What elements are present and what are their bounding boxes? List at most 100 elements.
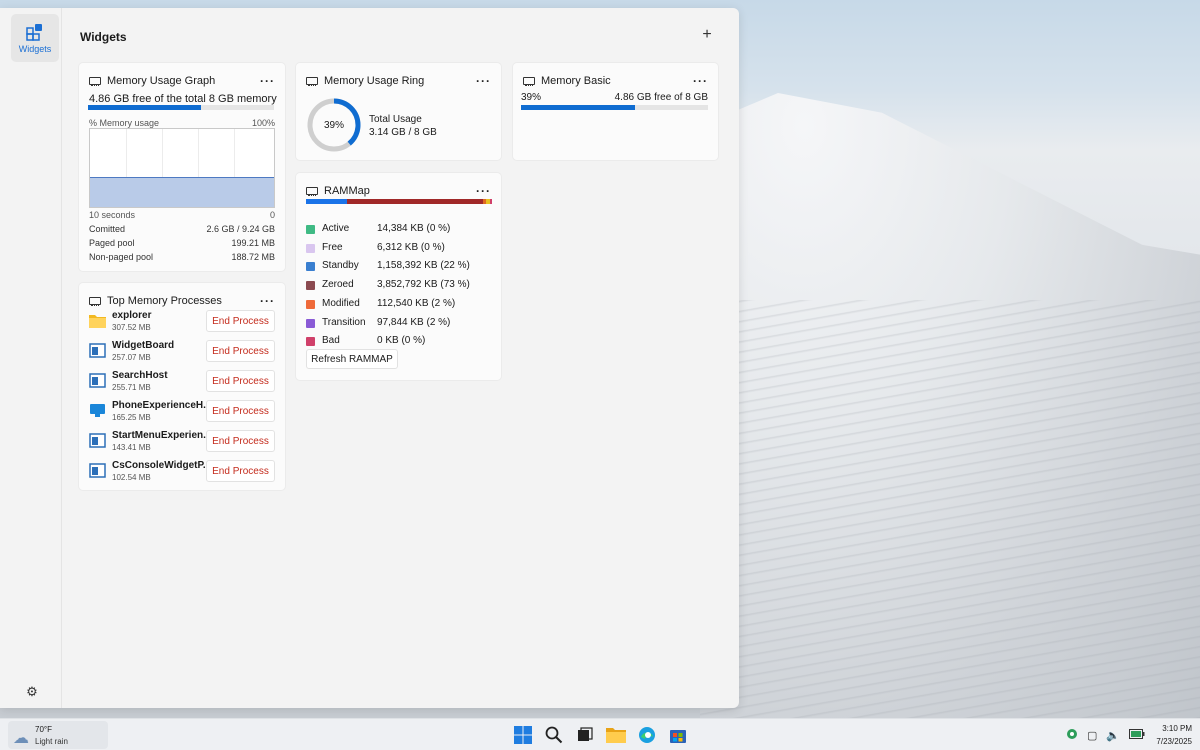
taskbar-apps <box>512 724 689 746</box>
memory-usage-bar <box>88 105 274 110</box>
rammap-category: Active <box>322 223 350 234</box>
memory-basic-widget: Memory Basic ··· 39% 4.86 GB free of 8 G… <box>513 63 718 160</box>
x-axis-label: 10 seconds <box>89 210 136 220</box>
memory-usage-ring-widget: Memory Usage Ring ··· 39% Total Usage 3.… <box>296 63 501 160</box>
legend-swatch <box>306 318 315 328</box>
more-options-button[interactable]: ··· <box>476 184 491 198</box>
process-row: WidgetBoard 257.07 MB End Process <box>89 340 275 368</box>
widget-header: Memory Usage Ring ··· <box>306 73 491 89</box>
rammap-value: 0 KB (0 %) <box>377 335 426 347</box>
weather-condition: Light rain <box>35 737 68 746</box>
page-title: Widgets <box>80 30 127 44</box>
end-process-button[interactable]: End Process <box>206 430 275 452</box>
rammap-category: Zeroed <box>322 279 354 291</box>
rammap-value: 112,540 KB (2 %) <box>377 297 456 309</box>
memory-chip-icon <box>306 187 318 196</box>
end-process-button[interactable]: End Process <box>206 370 275 392</box>
file-explorer-icon[interactable] <box>605 724 627 746</box>
ring-value: 3.14 GB / 8 GB <box>369 127 437 138</box>
legend-swatch <box>306 337 315 347</box>
rammap-row-zeroed: Zeroed 3,852,792 KB (73 %) <box>306 279 492 293</box>
add-widget-button[interactable]: + <box>698 26 716 44</box>
process-name: WidgetBoard <box>112 340 175 351</box>
more-options-button[interactable]: ··· <box>476 74 491 88</box>
rail-item-widgets[interactable]: Widgets <box>11 14 59 62</box>
more-options-button[interactable]: ··· <box>260 294 275 308</box>
widget-header: RAMMap ··· <box>306 183 491 199</box>
x-axis-min: 0 <box>269 210 275 220</box>
widgets-board: Widgets ⚙ Widgets + Memory Usage Graph ·… <box>0 8 739 708</box>
edge-icon[interactable] <box>636 724 658 746</box>
widget-title: Memory Basic <box>541 75 611 87</box>
end-process-button[interactable]: End Process <box>206 310 275 332</box>
rammap-value: 1,158,392 KB (22 %) <box>377 260 470 272</box>
memory-chip-icon <box>89 297 101 306</box>
stat-label: Non-paged pool <box>89 252 154 262</box>
rammap-bar-segment-bad <box>490 199 492 204</box>
security-icon[interactable] <box>1066 728 1078 743</box>
stat-label: Comitted <box>89 224 126 234</box>
phone-link-icon <box>90 404 105 417</box>
clock[interactable]: 3:10 PM 7/23/2025 <box>1142 722 1192 748</box>
process-name: explorer <box>112 310 152 321</box>
process-memory: 257.07 MB <box>112 353 151 362</box>
rammap-bar-segment-active <box>306 199 347 204</box>
windows-start-icon[interactable] <box>512 724 534 746</box>
end-process-button[interactable]: End Process <box>206 400 275 422</box>
memory-basic-bar <box>521 105 708 110</box>
rammap-row-active: Active 14,384 KB (0 %) <box>306 223 492 237</box>
stat-label: Paged pool <box>89 238 135 248</box>
more-options-button[interactable]: ··· <box>260 74 275 88</box>
basic-percent: 39% <box>521 92 542 103</box>
network-icon[interactable]: ▢ <box>1087 729 1097 742</box>
widgets-icon <box>26 23 42 41</box>
task-view-icon[interactable] <box>574 724 596 746</box>
process-name: SearchHost <box>112 370 168 381</box>
process-memory: 165.25 MB <box>112 413 151 422</box>
process-row: SearchHost 255.71 MB End Process <box>89 370 275 398</box>
more-options-button[interactable]: ··· <box>693 74 708 88</box>
memory-free-text: 4.86 GB free of the total 8 GB memory <box>89 93 277 105</box>
process-row: CsConsoleWidgetP... 102.54 MB End Proces… <box>89 460 275 488</box>
process-memory: 255.71 MB <box>112 383 151 392</box>
weather-widget-button[interactable]: ☁ 70°F Light rain <box>8 721 108 749</box>
rammap-row-bad: Bad 0 KB (0 %) <box>306 335 492 349</box>
rammap-category: Bad <box>322 335 340 347</box>
volume-icon[interactable]: 🔈 <box>1106 729 1120 742</box>
rammap-value: 3,852,792 KB (73 %) <box>377 279 470 291</box>
y-axis-max: 100% <box>251 118 275 128</box>
system-tray: ▢ 🔈 <box>1066 728 1145 743</box>
rail-item-label: Widgets <box>18 43 52 54</box>
process-memory: 102.54 MB <box>112 473 151 482</box>
rammap-widget: RAMMap ··· Active 14,384 KB (0 %) Free 6,31… <box>296 173 501 380</box>
legend-swatch <box>306 243 315 253</box>
widget-header: Top Memory Processes ··· <box>89 293 275 309</box>
clock-date: 7/23/2025 <box>1156 737 1192 746</box>
rammap-stacked-bar <box>306 199 492 204</box>
plus-icon: + <box>702 26 712 43</box>
legend-swatch <box>306 299 315 309</box>
end-process-button[interactable]: End Process <box>206 460 275 482</box>
rammap-value: 14,384 KB (0 %) <box>377 223 451 234</box>
y-axis-label: % Memory usage <box>89 118 160 128</box>
rammap-row-transition: Transition 97,844 KB (2 %) <box>306 317 492 331</box>
stat-value: 199.21 MB <box>231 238 275 248</box>
taskbar: ☁ 70°F Light rain ▢ 🔈 3:10 PM 7/23/2025 <box>0 718 1200 750</box>
basic-free-text: 4.86 GB free of 8 GB <box>614 92 708 103</box>
memory-basic-bar-fill <box>521 105 636 110</box>
settings-button[interactable]: ⚙ <box>16 682 48 702</box>
cloud-rain-icon: ☁ <box>13 730 29 747</box>
widget-title: Memory Usage Graph <box>107 75 216 87</box>
memory-usage-area <box>90 176 274 207</box>
process-name: StartMenuExperien... <box>112 430 207 441</box>
end-process-button[interactable]: End Process <box>206 340 275 362</box>
stat-value: 188.72 MB <box>231 252 275 262</box>
refresh-rammap-button[interactable]: Refresh RAMMAP <box>306 349 398 369</box>
search-icon[interactable] <box>543 724 565 746</box>
top-memory-processes-widget: Top Memory Processes ··· explorer 307.52… <box>79 283 285 490</box>
widget-header: Memory Usage Graph ··· <box>89 73 275 89</box>
widget-title: Memory Usage Ring <box>324 75 425 87</box>
store-icon[interactable] <box>667 724 689 746</box>
stat-row-non-paged-pool: Non-paged pool 188.72 MB <box>89 252 275 262</box>
stat-value: 2.6 GB / 9.24 GB <box>206 224 275 234</box>
